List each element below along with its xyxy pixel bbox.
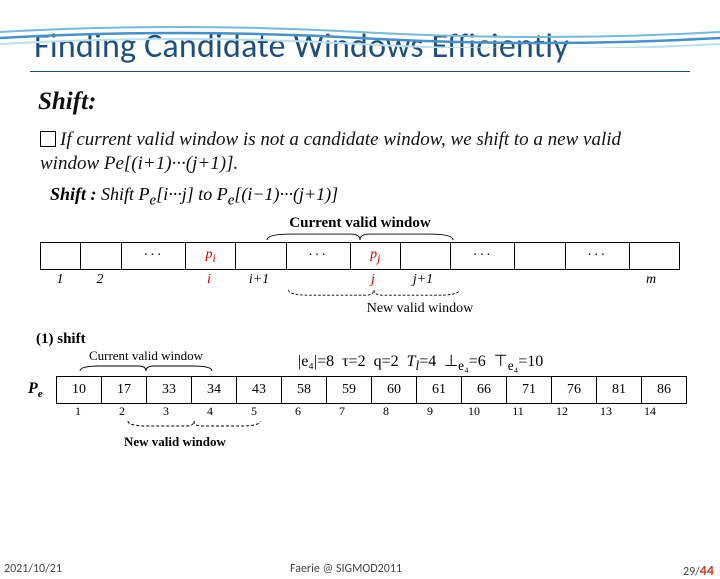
bullet-box-icon bbox=[40, 131, 56, 147]
subtitle-shift: Shift: bbox=[38, 88, 720, 116]
diagram-window-shift: Current valid window ··· pi ··· pj ··· ·… bbox=[40, 215, 680, 317]
diagram-example: (1) shift Current valid window |e₄|=8 τ=… bbox=[28, 331, 720, 374]
footer-page: 29/44 bbox=[683, 562, 714, 579]
step-label: (1) shift bbox=[36, 331, 288, 348]
title-underline bbox=[30, 71, 690, 72]
body-paragraph: If current valid window is not a candida… bbox=[40, 128, 676, 176]
new-valid-window-label: New valid window bbox=[160, 301, 680, 317]
cvw2-label: Current valid window bbox=[76, 348, 216, 364]
brace-up-2-icon bbox=[124, 419, 264, 428]
header-wave bbox=[0, 26, 720, 48]
current-valid-window-label: Current valid window bbox=[40, 215, 680, 232]
window-axis: 1 2 i i+1 j j+1 m bbox=[40, 272, 680, 288]
nvw2-label: New valid window bbox=[124, 434, 720, 450]
shift-definition: Shift : Shift Pe[i···j] to Pe[(i−1)···(j… bbox=[50, 184, 720, 210]
params-text: |e₄|=8 τ=2 q=2 Tl=4 ⊥e₄=6 ⊤e₄=10 bbox=[298, 351, 543, 374]
pe-indices: 1 2 3 4 5 6 7 8 9 10 11 12 13 14 bbox=[56, 404, 720, 419]
pe-row: Pe 10 17 33 34 43 58 59 60 61 66 71 76 8… bbox=[28, 376, 720, 404]
footer-date: 2021/10/21 bbox=[4, 562, 62, 576]
brace-down-2-icon bbox=[76, 364, 216, 373]
footer-mid: Faerie @ SIGMOD2011 bbox=[290, 562, 402, 576]
pe-label: Pe bbox=[28, 380, 56, 400]
pe-cells: 10 17 33 34 43 58 59 60 61 66 71 76 81 8… bbox=[56, 376, 687, 404]
brace-up-icon bbox=[276, 288, 472, 297]
window-row: ··· pi ··· pj ··· ··· bbox=[40, 242, 680, 270]
brace-down-icon bbox=[262, 232, 458, 242]
